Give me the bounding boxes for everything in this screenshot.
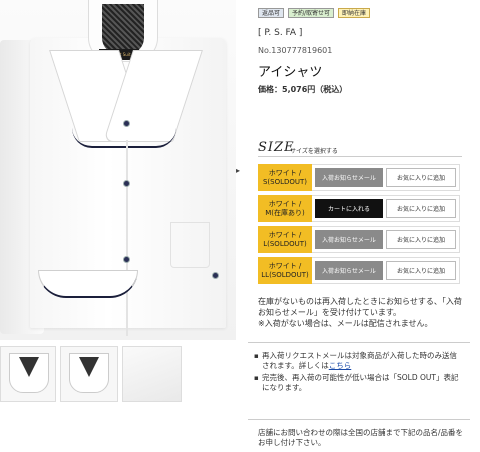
part-number: No.130777819601 [258, 46, 333, 55]
size-row: ホワイト / M(在庫あり) カートに入れる お気に入りに追加 [258, 195, 460, 222]
size-actions: 入荷お知らせメール お気に入りに追加 [312, 164, 460, 191]
size-label: ホワイト / S(SOLDOUT) [258, 164, 312, 191]
add-to-cart-button[interactable]: カートに入れる [315, 199, 383, 218]
badge-orderable: 予約/取寄せ可 [288, 8, 335, 18]
shirt-button [123, 180, 130, 187]
price: 価格：5,076円（税込） [258, 85, 348, 94]
size-label: ホワイト / LL(SOLDOUT) [258, 257, 312, 284]
thumbnail-1[interactable] [0, 346, 56, 402]
placket [126, 140, 128, 336]
badge-row: 返品可 予約/取寄せ可 即納在庫 [258, 8, 371, 18]
contact-note: 店舗にお問い合わせの際は全国の店舗まで下記の品名/品番をお申し付け下さい。 [258, 428, 464, 447]
divider [258, 156, 462, 157]
main-product-photo[interactable]: Perfect Suit [0, 0, 236, 340]
size-actions: 入荷お知らせメール お気に入りに追加 [312, 257, 460, 284]
thumbnail-3[interactable] [122, 346, 182, 402]
size-label: ホワイト / L(SOLDOUT) [258, 226, 312, 253]
size-subtitle: サイズを選択する [290, 148, 338, 155]
add-favorite-button[interactable]: お気に入りに追加 [386, 168, 456, 187]
add-favorite-button[interactable]: お気に入りに追加 [386, 230, 456, 249]
badge-returnable: 返品可 [258, 8, 285, 18]
badge-in-stock: 即納在庫 [338, 8, 371, 18]
size-actions: 入荷お知らせメール お気に入りに追加 [312, 226, 460, 253]
note-item: 再入荷リクエストメールは対象商品が入荷した時のみ送信されます。詳しくはこちら [254, 351, 464, 371]
shirt-button [212, 272, 219, 279]
size-row: ホワイト / LL(SOLDOUT) 入荷お知らせメール お気に入りに追加 [258, 257, 460, 284]
restock-notify-button[interactable]: 入荷お知らせメール [315, 261, 383, 280]
note-item: 完売後、再入荷の可能性が低い場合は「SOLD OUT」表記になります。 [254, 373, 464, 393]
add-favorite-button[interactable]: お気に入りに追加 [386, 261, 456, 280]
brand-label: [ P. S. FA ] [258, 28, 303, 38]
shirt-pocket [170, 222, 210, 268]
add-favorite-button[interactable]: お気に入りに追加 [386, 199, 456, 218]
notes-box: 再入荷リクエストメールは対象商品が入荷した時のみ送信されます。詳しくはこちら 完… [248, 342, 470, 420]
size-row: ホワイト / S(SOLDOUT) 入荷お知らせメール お気に入りに追加 [258, 164, 460, 191]
zoom-arrow-icon[interactable]: ▸ [236, 166, 246, 178]
product-name: アイシャツ [258, 65, 323, 80]
size-table: ホワイト / S(SOLDOUT) 入荷お知らせメール お気に入りに追加 ホワイト… [258, 164, 460, 288]
size-actions: カートに入れる お気に入りに追加 [312, 195, 460, 222]
collar-inner-pattern [102, 4, 144, 54]
shirt-button [123, 256, 130, 263]
collar-trim [72, 128, 176, 148]
thumbnail-2[interactable] [60, 346, 118, 402]
size-label: ホワイト / M(在庫あり) [258, 195, 312, 222]
restock-notify-button[interactable]: 入荷お知らせメール [315, 230, 383, 249]
note-text: 完売後、再入荷の可能性が低い場合は「SOLD OUT」表記になります。 [262, 373, 459, 392]
shirt-cuff [38, 270, 138, 298]
size-row: ホワイト / L(SOLDOUT) 入荷お知らせメール お気に入りに追加 [258, 226, 460, 253]
note-text: 再入荷リクエストメールは対象商品が入荷した時のみ送信されます。詳しくは [262, 351, 457, 370]
details-link[interactable]: こちら [329, 361, 352, 370]
shirt-button [123, 120, 130, 127]
thumbnail-strip [0, 346, 236, 452]
restock-notice: 在庫がないものは再入荷したときにお知らせする、「入荷お知らせメール」を受け付けて… [258, 297, 462, 328]
restock-notify-button[interactable]: 入荷お知らせメール [315, 168, 383, 187]
